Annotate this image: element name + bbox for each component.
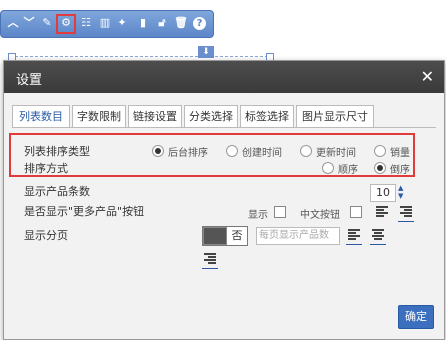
tab-list-count[interactable]: 列表数目 — [12, 105, 70, 128]
ok-button[interactable]: 确定 — [398, 305, 434, 329]
order-option-label: 倒序 — [390, 165, 410, 176]
tab-image-size[interactable]: 图片显示尺寸 — [296, 105, 374, 127]
tab-tag-select[interactable]: 标签选择 — [240, 105, 294, 127]
dialog-body: 列表数目 字数限制 链接设置 分类选择 标签选择 图片显示尺寸 列表排序类型 后… — [4, 93, 444, 339]
sort-option-label: 创建时间 — [242, 148, 282, 159]
pagination-toggle[interactable]: 否 — [202, 226, 248, 246]
show-label: 显示 — [248, 210, 268, 221]
tab-link-settings[interactable]: 链接设置 — [128, 105, 182, 127]
radio-sort-backend[interactable] — [152, 145, 164, 157]
settings-highlight-box — [56, 14, 76, 34]
selected-underline — [398, 221, 414, 222]
sort-option-label: 后台排序 — [168, 148, 208, 159]
per-page-input[interactable]: 每页显示产品数 — [256, 227, 340, 245]
help-icon[interactable]: ? — [193, 17, 206, 30]
radio-sort-sales[interactable] — [374, 145, 386, 157]
lock-icon[interactable]: 🔓︎ — [154, 15, 170, 31]
sort-type-label: 列表排序类型 — [24, 145, 90, 158]
radio-sort-updated[interactable] — [300, 145, 312, 157]
more-button-label: 是否显示"更多产品"按钮 — [24, 205, 145, 218]
chart-icon[interactable]: ▮ — [135, 15, 151, 31]
align-right-icon[interactable] — [400, 206, 412, 218]
toggle-knob — [204, 228, 226, 244]
close-icon[interactable]: ✕ — [421, 67, 434, 86]
align-right-icon[interactable] — [204, 253, 216, 265]
dialog-header: 设置 ✕ — [4, 61, 444, 93]
arrow-down-icon[interactable]: ﹀ — [21, 15, 37, 31]
radio-order-ascending[interactable] — [322, 162, 334, 174]
align-center-icon[interactable] — [372, 229, 384, 241]
radio-sort-created[interactable] — [226, 145, 238, 157]
chinese-button-label: 中文按钮 — [300, 210, 340, 221]
show-more-checkbox[interactable] — [274, 206, 286, 218]
sort-option-label: 销量 — [390, 148, 410, 159]
move-down-tab[interactable]: ⬇ — [198, 46, 214, 58]
product-count-label: 显示产品条数 — [24, 185, 90, 198]
list-icon[interactable]: ☷ — [78, 15, 94, 31]
magic-wand-icon[interactable]: ✦ — [114, 15, 130, 31]
toggle-text: 否 — [227, 227, 247, 245]
settings-dialog: 设置 ✕ 列表数目 字数限制 链接设置 分类选择 标签选择 图片显示尺寸 列表排… — [3, 60, 445, 340]
stepper-down-icon[interactable]: ▼ — [398, 193, 403, 200]
dialog-title: 设置 — [16, 73, 43, 88]
selected-underline — [346, 244, 362, 245]
product-count-input[interactable]: 10 — [370, 184, 396, 202]
radio-order-descending[interactable] — [374, 162, 386, 174]
stepper-up-icon[interactable]: ▲ — [398, 185, 403, 192]
column-icon[interactable]: ▥ — [97, 15, 113, 31]
tab-category-select[interactable]: 分类选择 — [184, 105, 238, 127]
edit-icon[interactable]: ✎ — [39, 15, 55, 31]
floating-toolbar: ︿ ﹀ ✎ ⚙ ☷ ▥ ✦ ▮ 🔓︎ 🗑︎ ? — [0, 10, 214, 38]
selected-underline — [370, 244, 386, 245]
order-option-label: 顺序 — [338, 165, 358, 176]
sort-order-label: 排序方式 — [24, 162, 68, 175]
pagination-label: 显示分页 — [24, 229, 68, 242]
selected-underline — [202, 268, 218, 269]
arrow-up-icon[interactable]: ︿ — [5, 15, 21, 31]
chinese-button-checkbox[interactable] — [350, 206, 362, 218]
selection-outline — [10, 56, 268, 57]
align-left-icon[interactable] — [348, 229, 360, 241]
tab-word-limit[interactable]: 字数限制 — [72, 105, 126, 127]
sort-option-label: 更新时间 — [316, 148, 356, 159]
delete-icon[interactable]: 🗑︎ — [173, 15, 189, 31]
tab-divider — [12, 127, 436, 128]
align-left-icon[interactable] — [376, 206, 388, 218]
